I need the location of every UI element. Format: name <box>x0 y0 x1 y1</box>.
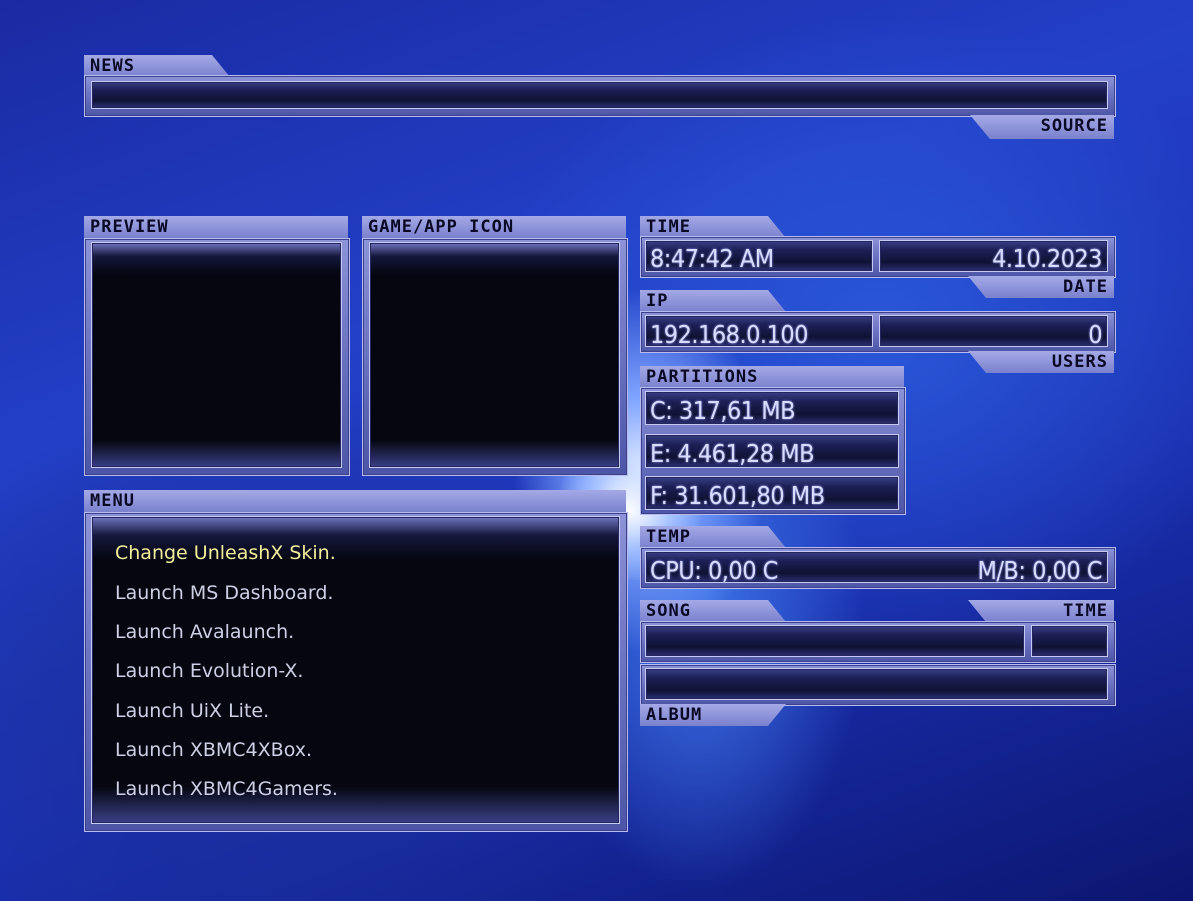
cpu-temp-value: CPU: 0,00 C <box>650 556 778 585</box>
source-label: SOURCE <box>1040 116 1108 136</box>
time-tab: TIME <box>640 216 786 238</box>
menu-item-xbmc4xbox[interactable]: Launch XBMC4XBox. <box>115 739 312 761</box>
song-time-field <box>1031 625 1108 657</box>
song-title: SONG <box>646 601 691 621</box>
partition-e-value: E: 4.461,28 MB <box>650 439 815 468</box>
song-time-tab: TIME <box>968 600 1114 622</box>
news-tab: NEWS <box>84 55 230 77</box>
album-label: ALBUM <box>646 705 703 725</box>
date-tab: DATE <box>968 276 1114 298</box>
preview-title: PREVIEW <box>90 217 169 237</box>
partitions-tab: PARTITIONS <box>640 366 904 388</box>
time-value: 8:47:42 AM <box>650 244 774 273</box>
song-time-label: TIME <box>1063 601 1108 621</box>
partition-f-value: F: 31.601,80 MB <box>650 481 825 510</box>
menu-item-change-skin[interactable]: Change UnleashX Skin. <box>115 542 336 564</box>
game-icon-title: GAME/APP ICON <box>368 217 515 237</box>
album-field <box>645 668 1108 700</box>
partition-c-value: C: 317,61 MB <box>650 396 796 425</box>
menu-item-evolution-x[interactable]: Launch Evolution-X. <box>115 660 303 682</box>
users-value: 0 <box>1088 320 1102 349</box>
song-tab: SONG <box>640 600 786 622</box>
ip-tab: IP <box>640 290 786 312</box>
temp-tab: TEMP <box>640 526 786 548</box>
game-icon-image <box>369 242 620 468</box>
song-field <box>645 625 1025 657</box>
mb-temp-value: M/B: 0,00 C <box>977 556 1102 585</box>
date-value: 4.10.2023 <box>992 244 1102 273</box>
menu-item-ms-dashboard[interactable]: Launch MS Dashboard. <box>115 582 333 604</box>
ip-value: 192.168.0.100 <box>650 320 809 349</box>
album-tab: ALBUM <box>640 704 786 726</box>
date-label: DATE <box>1063 277 1108 297</box>
source-tab: SOURCE <box>970 115 1114 139</box>
preview-image <box>91 242 342 468</box>
menu-item-uix-lite[interactable]: Launch UiX Lite. <box>115 700 269 722</box>
users-tab: USERS <box>968 351 1114 373</box>
menu-item-avalaunch[interactable]: Launch Avalaunch. <box>115 621 294 643</box>
temp-title: TEMP <box>646 527 691 547</box>
preview-tab: PREVIEW <box>84 216 348 238</box>
time-title: TIME <box>646 217 691 237</box>
ip-title: IP <box>646 291 669 311</box>
menu-tab: MENU <box>84 490 626 512</box>
news-ticker <box>91 81 1108 109</box>
game-icon-tab: GAME/APP ICON <box>362 216 626 238</box>
menu-item-xbmc4gamers[interactable]: Launch XBMC4Gamers. <box>115 778 338 800</box>
users-label: USERS <box>1051 352 1108 372</box>
menu-title: MENU <box>90 491 135 511</box>
news-title: NEWS <box>90 56 135 76</box>
partitions-title: PARTITIONS <box>646 367 759 387</box>
